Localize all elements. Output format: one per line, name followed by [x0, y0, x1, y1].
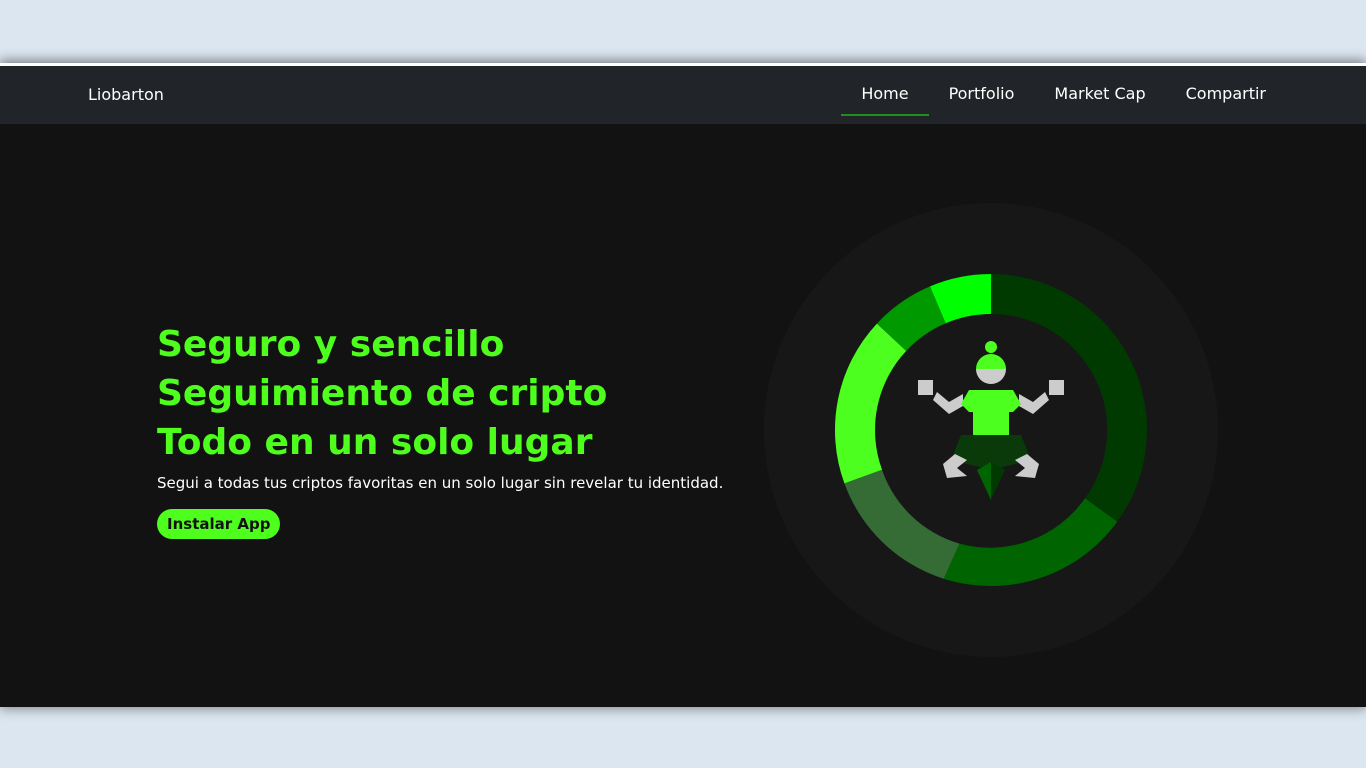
nav-link-portfolio[interactable]: Portfolio — [929, 66, 1035, 124]
headline-line-1: Seguro y sencillo — [157, 324, 505, 365]
headline-line-2: Seguimiento de cripto — [157, 373, 608, 414]
install-app-button[interactable]: Instalar App — [157, 509, 281, 539]
hero-subtitle: Segui a todas tus criptos favoritas en u… — [157, 474, 724, 492]
hero-section: Seguro y sencillo Seguimiento de cripto … — [0, 124, 1366, 707]
hero-text: Seguro y sencillo Seguimiento de cripto … — [157, 320, 724, 539]
browser-viewport: Liobarton Home Portfolio Market Cap Comp… — [0, 63, 1366, 707]
navbar: Liobarton Home Portfolio Market Cap Comp… — [0, 66, 1366, 124]
meditating-person-ring-icon — [764, 203, 1218, 657]
nav-link-compartir[interactable]: Compartir — [1166, 66, 1286, 124]
nav-link-market-cap[interactable]: Market Cap — [1034, 66, 1165, 124]
hero-headline: Seguro y sencillo Seguimiento de cripto … — [157, 320, 717, 467]
nav-links: Home Portfolio Market Cap Compartir — [841, 66, 1286, 124]
brand-logo[interactable]: Liobarton — [88, 85, 164, 105]
headline-line-3: Todo en un solo lugar — [157, 422, 593, 463]
nav-link-home[interactable]: Home — [841, 66, 929, 124]
